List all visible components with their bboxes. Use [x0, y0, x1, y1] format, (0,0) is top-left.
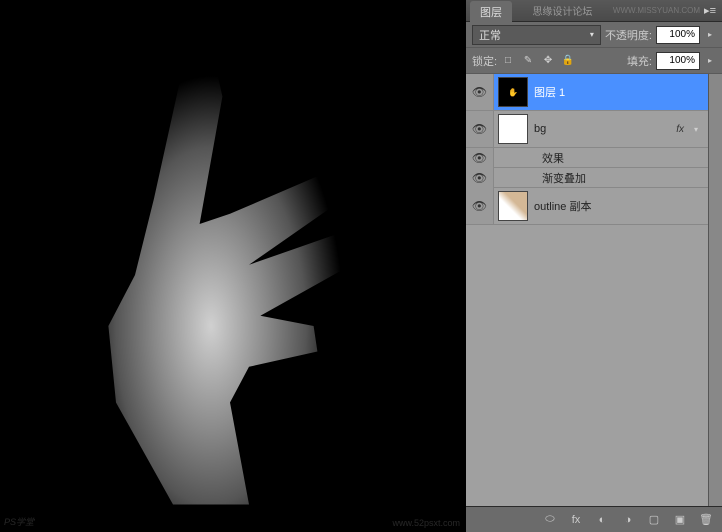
panel-menu-icon[interactable]: ▸≡: [700, 4, 716, 17]
eye-icon: 👁: [472, 85, 487, 99]
trash-icon[interactable]: 🗑: [698, 512, 714, 528]
opacity-label: 不透明度:: [605, 27, 652, 43]
group-icon[interactable]: ▢: [646, 512, 662, 528]
fx-badge[interactable]: fx: [676, 124, 688, 135]
layer-row[interactable]: 👁 ✋ 图层 1: [466, 74, 708, 111]
layer-thumbnail[interactable]: ✋: [498, 77, 528, 107]
opacity-input[interactable]: 100%: [656, 26, 700, 44]
lock-row: 锁定: □ ✎ ✥ 🔒 填充: 100% ▸: [466, 48, 722, 74]
fill-dropdown-icon[interactable]: ▸: [704, 56, 716, 65]
effect-item-row[interactable]: 👁 渐变叠加: [466, 168, 708, 188]
layer-thumbnail[interactable]: [498, 191, 528, 221]
blend-mode-value: 正常: [479, 27, 501, 43]
header-title: 思缘设计论坛: [512, 3, 613, 18]
header-url: WWW.MISSYUAN.COM: [613, 6, 700, 15]
visibility-toggle[interactable]: 👁: [466, 168, 494, 188]
visibility-toggle[interactable]: 👁: [466, 188, 494, 224]
eye-icon: 👁: [472, 199, 487, 213]
layers-list: 👁 ✋ 图层 1 👁 bg fx ▾: [466, 74, 708, 506]
fx-icon[interactable]: fx: [568, 512, 584, 528]
visibility-toggle[interactable]: 👁: [466, 148, 494, 168]
effects-label: 效果: [542, 150, 564, 166]
blend-mode-select[interactable]: 正常 ▾: [472, 25, 601, 45]
layer-row[interactable]: 👁 bg fx ▾: [466, 111, 708, 148]
chevron-down-icon[interactable]: ▾: [694, 125, 704, 134]
opacity-dropdown-icon[interactable]: ▸: [704, 30, 716, 39]
visibility-toggle[interactable]: 👁: [466, 74, 494, 110]
adjustment-icon[interactable]: ◑: [620, 512, 636, 528]
canvas-image-hand: [40, 20, 420, 530]
lock-label: 锁定:: [472, 53, 497, 69]
watermark-right: www.52psxt.com: [392, 518, 460, 528]
mask-icon[interactable]: ◐: [594, 512, 610, 528]
watermark-left: PS学堂: [4, 515, 34, 528]
fill-input[interactable]: 100%: [656, 52, 700, 70]
effects-header-row[interactable]: 👁 效果: [466, 148, 708, 168]
layer-name[interactable]: 图层 1: [534, 84, 704, 100]
panel-header: 图层 思缘设计论坛 WWW.MISSYUAN.COM ▸≡: [466, 0, 722, 22]
lock-position-icon[interactable]: ✥: [541, 54, 555, 68]
layer-row[interactable]: 👁 outline 副本: [466, 188, 708, 225]
fill-label: 填充:: [627, 53, 652, 69]
lock-transparency-icon[interactable]: □: [501, 54, 515, 68]
lock-image-icon[interactable]: ✎: [521, 54, 535, 68]
layer-thumbnail[interactable]: [498, 114, 528, 144]
scrollbar[interactable]: [708, 74, 722, 506]
chevron-down-icon: ▾: [590, 30, 594, 39]
blend-mode-row: 正常 ▾ 不透明度: 100% ▸: [466, 22, 722, 48]
lock-all-icon[interactable]: 🔒: [561, 54, 575, 68]
layers-tab[interactable]: 图层: [470, 1, 512, 23]
eye-icon: 👁: [472, 171, 487, 185]
effect-name: 渐变叠加: [542, 170, 586, 186]
visibility-toggle[interactable]: 👁: [466, 111, 494, 147]
layer-name[interactable]: outline 副本: [534, 198, 704, 214]
eye-icon: 👁: [472, 151, 487, 165]
link-layers-icon[interactable]: ⬭: [542, 512, 558, 528]
layers-panel: 图层 思缘设计论坛 WWW.MISSYUAN.COM ▸≡ 正常 ▾ 不透明度:…: [466, 0, 722, 532]
new-layer-icon[interactable]: ▣: [672, 512, 688, 528]
panel-bottom-bar: ⬭ fx ◐ ◑ ▢ ▣ 🗑: [466, 506, 722, 532]
eye-icon: 👁: [472, 122, 487, 136]
canvas-area[interactable]: [0, 0, 466, 532]
layer-name[interactable]: bg: [534, 123, 670, 135]
